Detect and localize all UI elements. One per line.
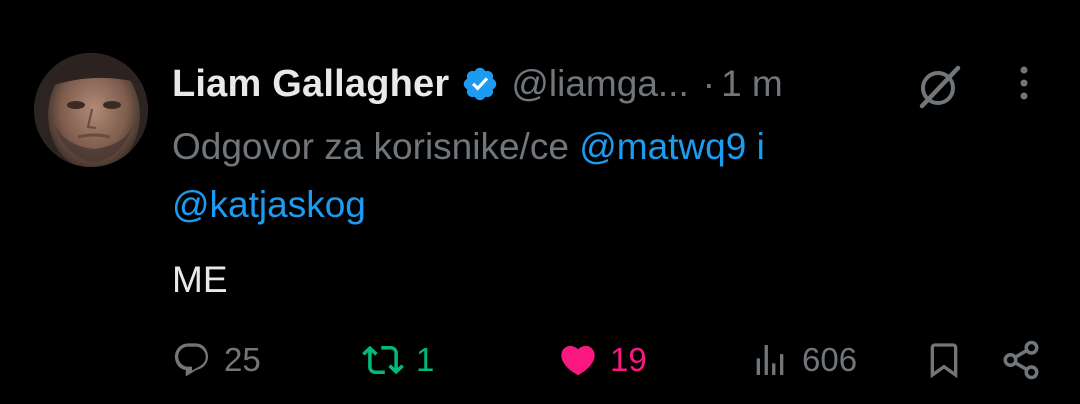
reply-context: Odgovor za korisnike/ce @matwq9 i @katja…	[172, 118, 992, 234]
grok-icon[interactable]	[914, 60, 966, 112]
retweet-count: 1	[416, 341, 435, 378]
heart-icon	[561, 345, 595, 376]
reply-count: 25	[224, 341, 261, 378]
reply-icon	[174, 343, 209, 377]
tweet-header: Liam Gallagher @liamga... · 1 m	[172, 58, 783, 110]
views-button[interactable]: 606	[750, 330, 857, 390]
timestamp[interactable]: 1 m	[721, 63, 783, 105]
more-vertical-icon[interactable]	[1006, 62, 1042, 106]
mention-link[interactable]: @katjaskog	[172, 184, 366, 225]
views-icon	[756, 345, 784, 375]
verified-badge-icon[interactable]	[461, 65, 499, 103]
action-bar: 25 1 19 606	[0, 330, 1080, 390]
reply-button[interactable]: 25	[172, 330, 261, 390]
bookmark-icon	[930, 343, 958, 379]
reply-context-prefix: Odgovor za korisnike/ce	[172, 126, 569, 167]
share-button[interactable]	[1000, 330, 1042, 390]
like-button[interactable]: 19	[558, 330, 647, 390]
retweet-button[interactable]: 1	[362, 330, 434, 390]
author-handle[interactable]: @liamga...	[511, 63, 688, 105]
mention-joiner: i	[756, 126, 765, 167]
display-name[interactable]: Liam Gallagher	[172, 63, 449, 106]
retweet-icon	[362, 345, 404, 375]
avatar[interactable]	[34, 53, 148, 167]
tweet[interactable]: Liam Gallagher @liamga... · 1 m Odgovor …	[0, 0, 1080, 404]
tweet-text: ME	[172, 259, 228, 300]
bookmark-button[interactable]	[924, 330, 964, 390]
mention-link[interactable]: @matwq9	[579, 126, 746, 167]
separator-dot: ·	[702, 63, 716, 104]
share-icon	[1003, 340, 1039, 380]
like-count: 19	[610, 341, 647, 378]
views-count: 606	[802, 341, 858, 378]
